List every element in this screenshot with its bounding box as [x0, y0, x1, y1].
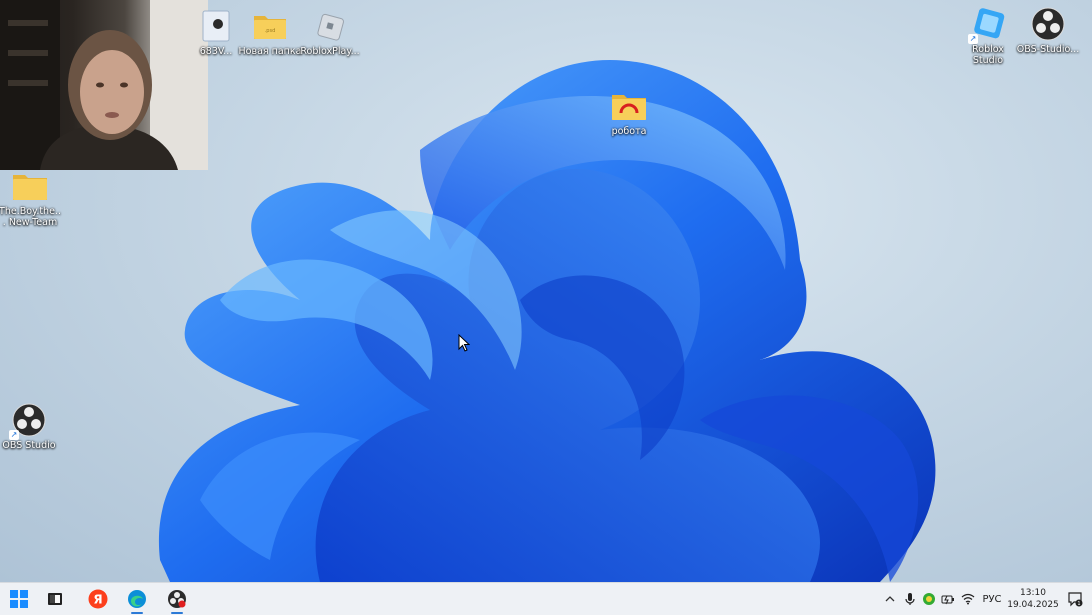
clock-date: 19.04.2025: [1007, 600, 1059, 610]
desktop-icon-roblox-player[interactable]: RobloxPlay...: [298, 8, 362, 57]
shortcut-arrow-icon: ↗: [968, 34, 978, 44]
windows-logo-icon: [10, 590, 28, 608]
roblox-studio-icon: ↗: [968, 6, 1006, 44]
tray-app-green-icon[interactable]: [922, 591, 936, 607]
desktop-icon-label: OBS-Studio...: [1016, 44, 1080, 55]
obs-taskbar-button[interactable]: [164, 587, 190, 614]
taskbar: Я РУС 13:10 19.04.2025 1: [0, 582, 1092, 615]
clock-time: 13:10: [1020, 588, 1046, 598]
start-button[interactable]: [6, 587, 32, 611]
show-hidden-icons-chevron-up-icon[interactable]: [884, 591, 896, 607]
folder-icon: .psd: [252, 8, 288, 44]
desktop-icon-new-folder[interactable]: .psd Новая папка: [238, 8, 302, 57]
battery-charging-icon[interactable]: [941, 591, 955, 607]
edge-icon: [128, 590, 146, 608]
svg-text:1: 1: [1077, 601, 1080, 607]
obs-icon: [1030, 6, 1066, 42]
desktop-icon-label: Новая папка: [238, 46, 302, 57]
webcam-overlay: [0, 0, 208, 170]
desktop-icon-label: OBS Studio: [2, 440, 56, 451]
file-icon: [198, 8, 234, 44]
mouse-cursor-icon: [458, 334, 470, 352]
desktop[interactable]: 683V... .psd Новая папка RobloxPlay... ↗…: [0, 0, 1092, 582]
desktop-icon-obs-studio[interactable]: ↗ OBS Studio: [0, 402, 61, 451]
desktop-icon-label: RobloxPlay...: [300, 46, 360, 57]
desktop-icon-label: Roblox Studio: [972, 44, 1004, 66]
desktop-icon-obs-studio-top[interactable]: OBS-Studio...: [1016, 6, 1080, 55]
clock[interactable]: 13:10 19.04.2025: [1006, 586, 1060, 612]
folder-icon: [12, 168, 48, 204]
microphone-icon[interactable]: [903, 591, 917, 607]
desktop-icon-roblox-studio[interactable]: ↗ Roblox Studio: [956, 6, 1020, 66]
roblox-player-icon: [312, 8, 348, 44]
obs-icon: ↗: [9, 402, 47, 440]
desktop-icon-robota-folder[interactable]: робота: [597, 88, 661, 137]
folder-icon: [611, 88, 647, 124]
desktop-icon-label: 683V...: [199, 46, 233, 57]
shortcut-arrow-icon: ↗: [9, 430, 19, 440]
desktop-icon-the-boy-folder[interactable]: The.Boy.the... New-Team: [0, 168, 62, 228]
notification-center-icon[interactable]: 1: [1066, 591, 1084, 607]
task-view-icon: [48, 593, 62, 605]
yandex-browser-button[interactable]: Я: [85, 587, 111, 611]
desktop-icon-label: робота: [611, 126, 647, 137]
svg-text:Я: Я: [93, 593, 102, 607]
edge-browser-button[interactable]: [124, 587, 150, 614]
yandex-icon: Я: [88, 589, 108, 609]
task-view-button[interactable]: [42, 587, 68, 611]
language-indicator[interactable]: РУС: [980, 591, 1004, 607]
svg-text:.psd: .psd: [265, 28, 276, 34]
obs-icon: [168, 590, 186, 608]
desktop-icon-label: The.Boy.the... New-Team: [0, 206, 61, 228]
webcam-person-image: [0, 0, 208, 170]
wifi-icon[interactable]: [960, 591, 976, 607]
